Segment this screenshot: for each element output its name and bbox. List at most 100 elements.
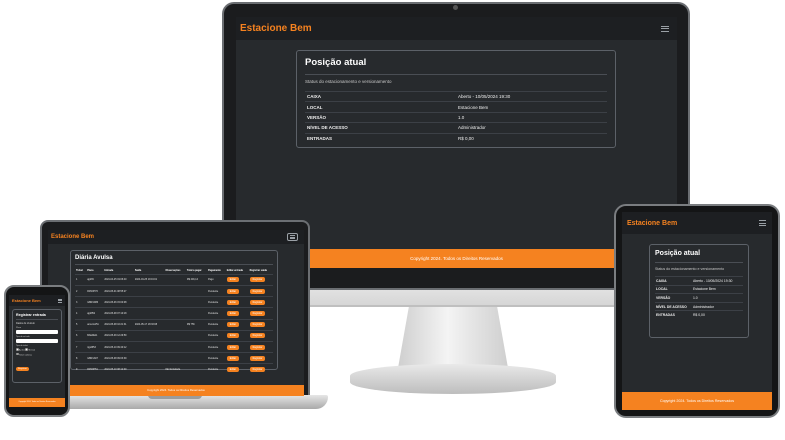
register-exit-button[interactable]: Registrar [249, 299, 266, 305]
table-cell: 2024-05-10 08:12:00 [103, 363, 134, 375]
tablet-screen: Estacione Bem Posição atual Status do es… [622, 212, 772, 410]
vehicle-type-label: Tipo de veículo [16, 336, 30, 338]
menu-icon[interactable] [661, 25, 669, 32]
table-cell: arsxcnsf51 [86, 318, 104, 331]
edit-entry-button[interactable]: Editar [226, 333, 240, 339]
table-cell: 2 [75, 284, 87, 297]
table-cell: 9 [75, 363, 87, 375]
menu-icon[interactable] [58, 299, 62, 302]
footer: Copyright 2024. Todos os Direitos Reserv… [48, 385, 304, 396]
register-exit-button[interactable]: Registrar [249, 277, 266, 283]
navbar: Estacione Bem [622, 212, 772, 234]
table-cell: Pendente [206, 340, 226, 353]
table-cell: FRN9H51 [86, 363, 104, 375]
table-cell: 2024-05-10 09:40:12 [103, 340, 134, 353]
table-row: 5 arsxcnsf51 2024-05-08 16:21:31 2024-05-17… [75, 318, 273, 331]
table-row: NÍVEL DE ACESSO Administrador [305, 122, 607, 133]
table-cell: Pendente [206, 296, 226, 308]
table-cell [133, 363, 165, 375]
table-row: ENTRADAS R$ 0,00 [655, 310, 743, 319]
footer: Copyright 2024. Todos os Direitos Reserv… [9, 398, 65, 407]
table-cell [164, 352, 186, 364]
register-exit-button[interactable]: Registrar [249, 355, 266, 361]
register-exit-button[interactable]: Registrar [249, 333, 266, 339]
form-section: Dados do Veículo [16, 322, 35, 325]
table-cell [133, 284, 165, 297]
table-cell: Pendente [206, 284, 226, 297]
menu-button[interactable] [287, 233, 298, 241]
card-subtitle: Status do estacionamento e versionamento [655, 267, 725, 271]
table-cell [185, 363, 207, 375]
table-cell [133, 307, 165, 320]
table-cell: ajp8f4 [86, 273, 104, 286]
menu-icon[interactable] [759, 220, 766, 226]
register-exit-button[interactable]: Registrar [249, 322, 266, 328]
table-cell: 2024-05-17 18:33:08 [133, 318, 165, 331]
table-cell: 2024-04-25 19:19:01 [133, 273, 165, 286]
edit-entry-button[interactable]: Editar [226, 299, 240, 305]
card-title: Posição atual [655, 250, 701, 257]
table-cell: R$ 756 [185, 318, 207, 331]
ticket-type-options-2: Ticket cortesia [16, 352, 58, 356]
table-cell [133, 340, 165, 353]
register-exit-button[interactable]: Registrar [249, 288, 266, 294]
table-cell: 6 [75, 329, 87, 342]
register-exit-button[interactable]: Registrar [249, 310, 266, 316]
navbar: Estacione Bem [236, 17, 677, 40]
edit-entry-button[interactable]: Editar [226, 310, 240, 316]
table-cell: 8 [75, 352, 87, 364]
table-cell: 2024-05-08 16:21:31 [103, 318, 134, 331]
table-cell: 1 [75, 273, 87, 286]
divider [16, 319, 58, 320]
table-cell [185, 329, 207, 342]
table-cell: Pendente [206, 318, 226, 331]
table-row: 8 GBR1A97 2024-05-08 09:03:39 Pendente Edita… [75, 352, 273, 364]
tickets-card: Diária Avulsa Ticket Placa Entrada Saída… [70, 250, 278, 375]
brand-logo[interactable]: Estacione Bem [627, 220, 677, 227]
edit-entry-button[interactable]: Editar [226, 355, 240, 361]
table-cell: 7 [75, 340, 87, 353]
edit-entry-button[interactable]: Editar [226, 322, 240, 328]
edit-entry-button[interactable]: Editar [226, 366, 240, 372]
card-title: Diária Avulsa [75, 255, 113, 261]
edit-entry-button[interactable]: Editar [226, 288, 240, 294]
submit-button[interactable]: Registrar [16, 367, 29, 371]
navbar: Estacione Bem [48, 230, 304, 244]
table-row: NÍVEL DE ACESSO Administrador [655, 301, 743, 311]
plate-input[interactable] [16, 330, 58, 334]
table-cell: #Emboladada [164, 363, 186, 375]
table-cell: Pago [206, 273, 226, 286]
monitor-stand-base [350, 364, 556, 394]
table-cell: ajp8f52 [86, 307, 104, 320]
ticket-type-label: Tipo de ticket [16, 345, 28, 347]
card-subtitle: Status do estacionamento e versionamento [305, 79, 392, 84]
table-cell [185, 352, 207, 364]
table-cell: 2024-05-06 15:00:08 [103, 296, 134, 308]
table-cell: BAE9E11 [86, 329, 104, 342]
table-cell [133, 352, 165, 364]
footer: Copyright 2024. Todos os Direitos Reserv… [622, 392, 772, 410]
table-row: 4 ajp8f52 2024-05-08 07:10:18 Pendente Edita… [75, 307, 273, 320]
phone-screen: Estacione Bem Registrar entrada Dados do… [9, 295, 65, 407]
table-cell [164, 340, 186, 353]
table-cell: 2024-05-08 09:03:39 [103, 352, 134, 364]
brand-logo[interactable]: Estacione Bem [51, 234, 94, 240]
vehicle-type-select[interactable] [16, 339, 58, 343]
table-cell [185, 307, 207, 320]
table-row: VERSÃO 1.0 [305, 111, 607, 123]
table-cell [164, 329, 186, 342]
table-cell: GBR1A97 [86, 352, 104, 364]
register-exit-button[interactable]: Registrar [249, 366, 266, 372]
table-row: 9 FRN9H51 2024-05-10 08:12:00 #Emboladada Pe… [75, 363, 273, 375]
table-row: CAIXA Aberto - 10/05/2024 19:30 [305, 90, 607, 102]
register-exit-button[interactable]: Registrar [249, 344, 266, 350]
edit-entry-button[interactable]: Editar [226, 277, 240, 283]
table-cell: Pendente [206, 363, 226, 375]
edit-entry-button[interactable]: Editar [226, 344, 240, 350]
brand-logo[interactable]: Estacione Bem [240, 23, 312, 34]
table-cell [133, 329, 165, 342]
navbar: Estacione Bem [9, 295, 65, 306]
device-mockup-stage: Estacione Bem Posição atual Status do es… [0, 0, 785, 440]
brand-logo[interactable]: Estacione Bem [12, 298, 41, 303]
table-cell: R$ 446,14 [185, 273, 207, 286]
